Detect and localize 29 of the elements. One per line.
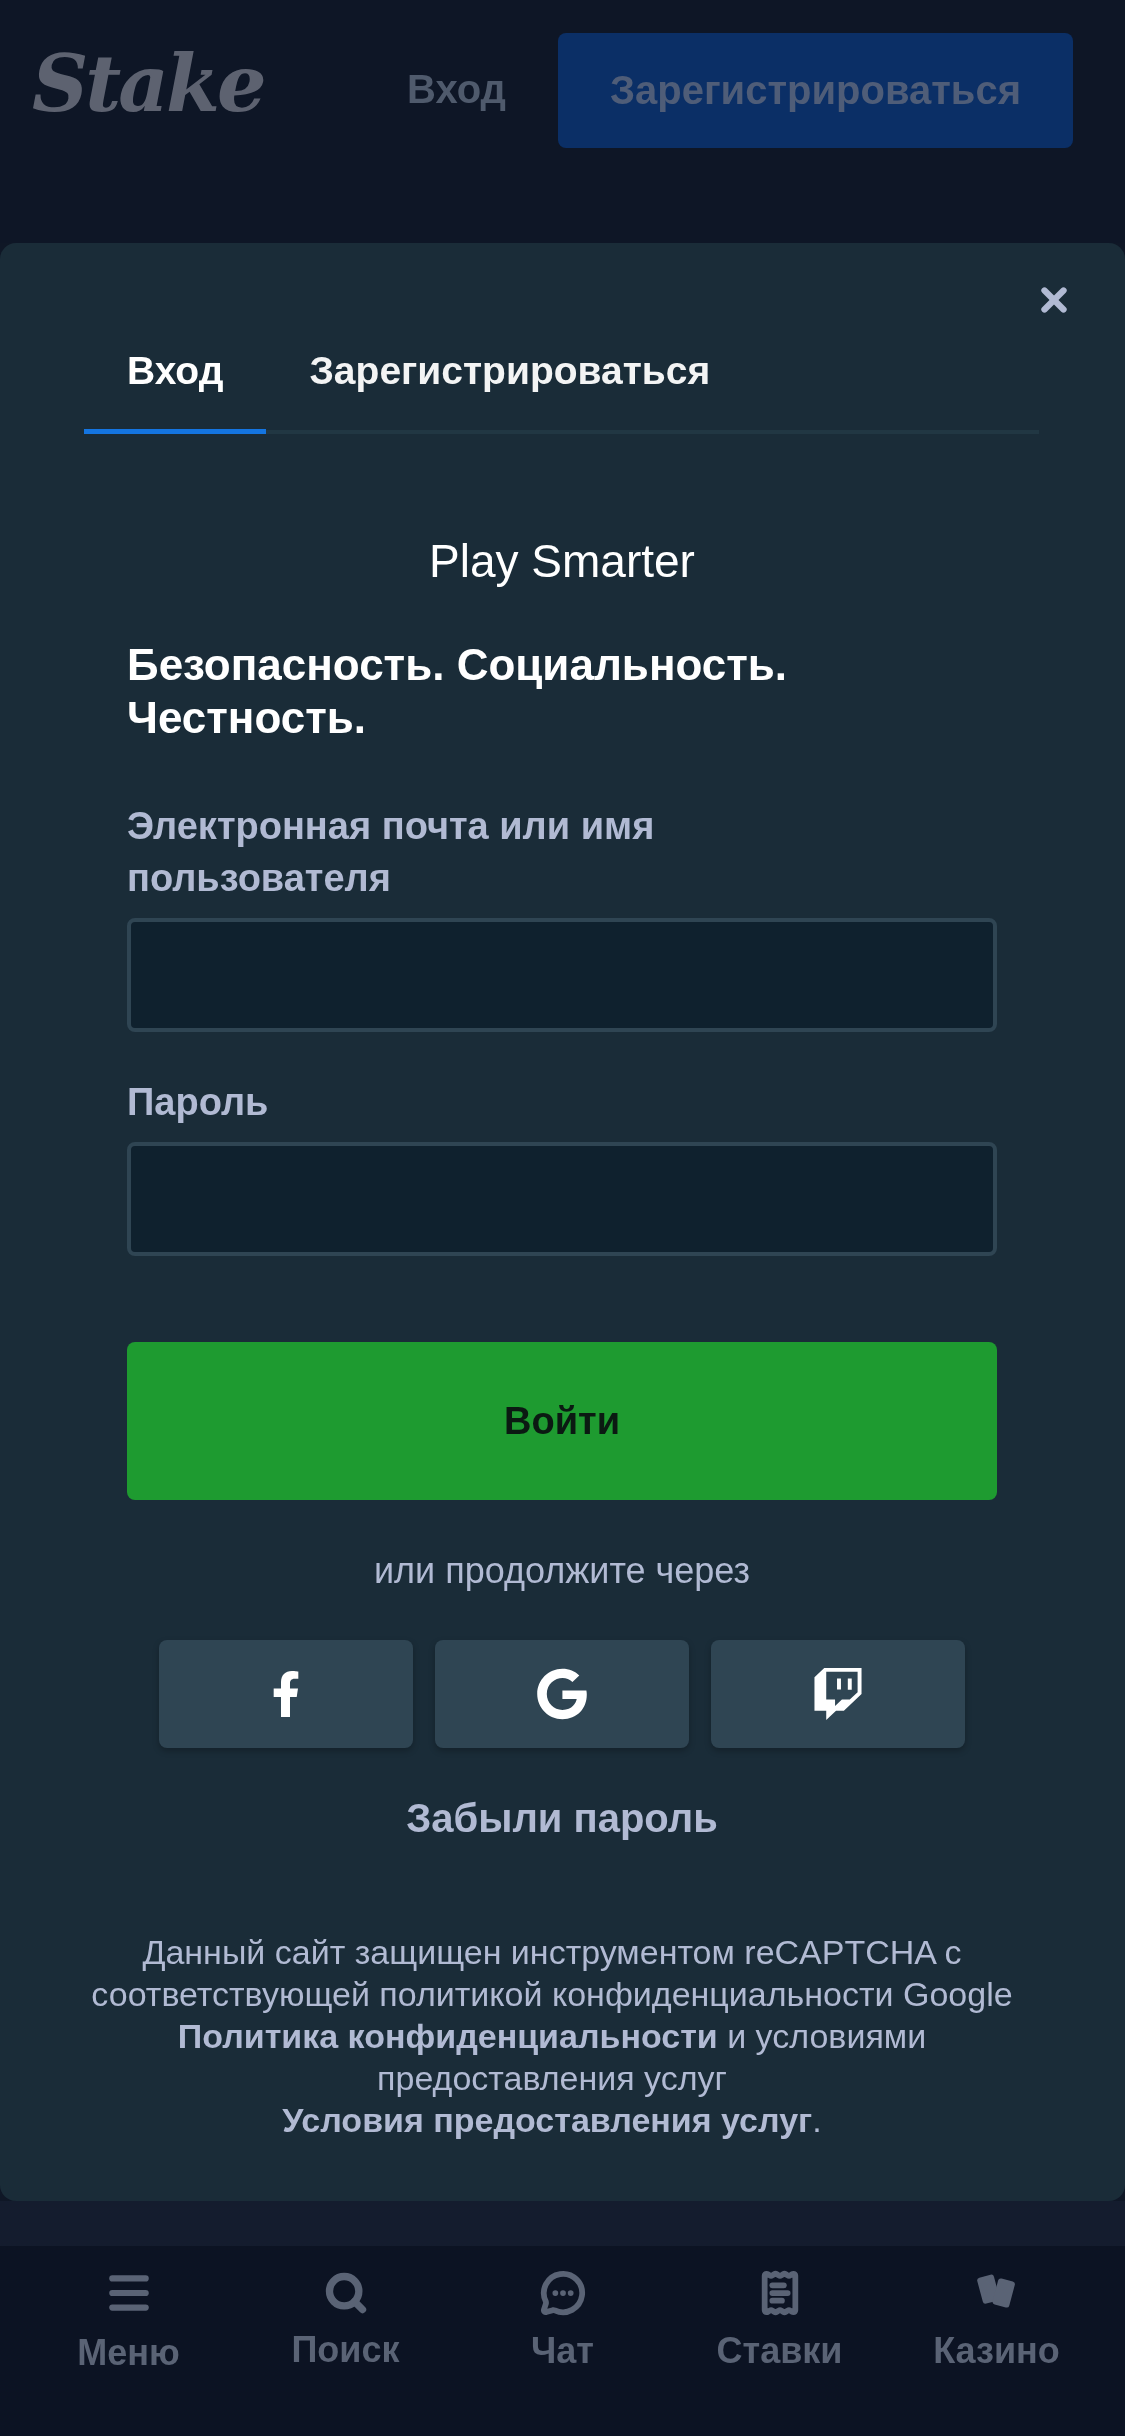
google-icon [536, 1668, 588, 1720]
privacy-policy-link[interactable]: Политика конфиденциальности [177, 2017, 718, 2055]
tab[interactable]: Вход [84, 331, 267, 434]
logo[interactable]: Stake [32, 45, 264, 123]
register-button[interactable]: Зарегистрироваться [558, 33, 1073, 148]
nav-item[interactable]: Ставки [679, 2270, 880, 2372]
recaptcha-notice: Данный сайт защищен инструментом reCAPTCHA с соответствующей политикой конфиденциальности Google Политика конфиденциальности и условиями предоставления услуг Условия предоставления услуг. [90, 1932, 1014, 2141]
login-link[interactable]: Вход [407, 67, 506, 112]
modal-title: Play Smarter [428, 534, 696, 588]
field-label: Пароль [127, 1080, 270, 1125]
twitch-icon [812, 1668, 864, 1720]
twitch-button[interactable] [711, 1640, 965, 1748]
nav-item[interactable]: Казино [896, 2270, 1097, 2372]
login-button[interactable]: Войти [127, 1342, 997, 1500]
tab[interactable]: Зарегистрироваться [266, 331, 754, 434]
chat-bubble-icon [539, 2270, 586, 2316]
password-field[interactable] [127, 1142, 997, 1256]
tagline: Безопасность. Социальность. Честность. [127, 639, 789, 744]
google-button[interactable] [435, 1640, 689, 1748]
nav-item[interactable]: Поиск [245, 2271, 446, 2371]
nav-item[interactable]: Чат [462, 2270, 663, 2372]
divider-text: или продолжите через [372, 1550, 752, 1592]
forgot-password-link[interactable]: Забыли пароль [406, 1796, 718, 1841]
facebook-button[interactable] [159, 1640, 413, 1748]
search-icon [323, 2271, 368, 2315]
field-label: Электронная почта или имя пользователя [127, 804, 656, 901]
nav-item[interactable]: Меню [28, 2268, 229, 2374]
terms-link[interactable]: Условия предоставления услуг [282, 2101, 813, 2139]
email-field[interactable] [127, 918, 997, 1032]
